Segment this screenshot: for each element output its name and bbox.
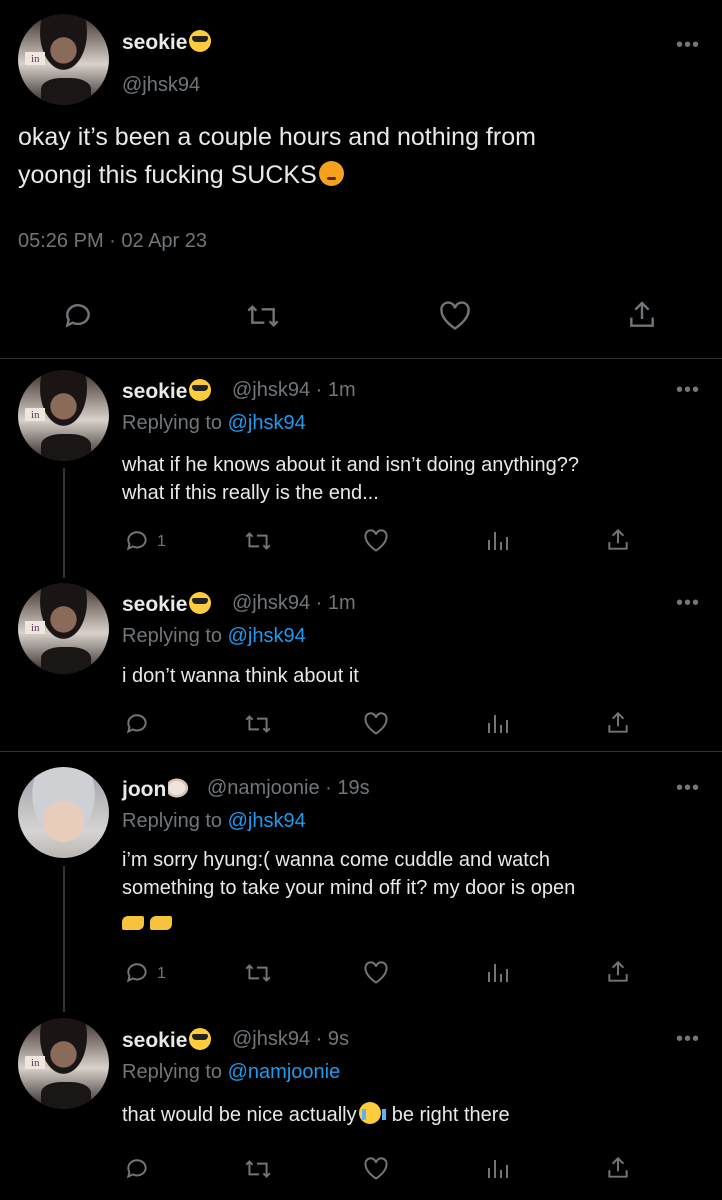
tweet-text: i’m sorry hyung:( wanna come cuddle and … [122,846,712,938]
more-options-icon[interactable]: ••• [676,1028,700,1051]
avatar[interactable]: in [18,370,109,461]
share-icon[interactable] [605,710,631,736]
analytics-icon[interactable] [485,711,509,735]
tweet-text-line: what if this really is the end... [122,482,379,504]
handle[interactable]: @namjoonie · 19s [207,777,370,800]
replying-to: Replying to @jhsk94 [122,412,306,434]
sunglasses-emoji-icon [189,1028,212,1050]
divider [0,751,722,752]
replying-to-link[interactable]: @namjoonie [228,1061,341,1083]
tweet-text: that would be nice actually be right the… [122,1102,510,1126]
reply-icon[interactable] [124,528,150,554]
spiral-shell-emoji-icon [168,777,191,799]
pouting-face-emoji-icon [318,161,344,186]
more-options-icon[interactable]: ••• [676,379,700,402]
sunglasses-emoji-icon [189,30,212,52]
analytics-icon[interactable] [485,1156,509,1180]
tweet-timestamp[interactable]: 05:26 PM · 02 Apr 23 [18,230,207,253]
retweet-icon[interactable] [243,1156,273,1182]
replying-to-link[interactable]: @jhsk94 [228,625,306,647]
display-name[interactable]: seokie [122,1028,212,1053]
sunglasses-emoji-icon [189,592,212,614]
share-icon[interactable] [605,959,631,985]
analytics-icon[interactable] [485,960,509,984]
replying-to: Replying to @jhsk94 [122,810,306,832]
share-icon[interactable] [605,1155,631,1181]
like-icon[interactable] [362,527,390,553]
retweet-icon[interactable] [244,300,282,332]
tweet-text-line: what if he knows about it and isn’t doin… [122,454,579,476]
replying-to-link[interactable]: @jhsk94 [228,810,306,832]
loudly-crying-face-emoji-icon [358,1102,386,1124]
handle[interactable]: @jhsk94 · 9s [232,1028,349,1051]
avatar-shirt [40,646,91,674]
more-options-icon[interactable]: ••• [676,34,700,57]
tweet-text-line: something to take your mind off it? my d… [122,877,576,899]
tweet-text: okay it’s been a couple hours and nothin… [18,118,708,194]
tweet-text: i don’t wanna think about it [122,665,359,687]
avatar[interactable]: in [18,1018,109,1109]
avatar-sign: in [25,52,46,65]
divider [0,358,722,359]
reply-icon[interactable] [62,300,94,332]
like-icon[interactable] [362,959,390,985]
avatar[interactable]: in [18,583,109,674]
handle[interactable]: @jhsk94 · 1m [232,592,356,615]
reply-icon[interactable] [124,1156,150,1182]
avatar-sign: in [25,408,46,421]
retweet-icon[interactable] [243,711,273,737]
retweet-icon[interactable] [243,960,273,986]
retweet-icon[interactable] [243,528,273,554]
thread-line [63,468,65,578]
avatar[interactable]: in [18,14,109,105]
thread-line [63,866,65,1012]
hand-emoji-icon [122,916,144,930]
tweet-text-line: yoongi this fucking SUCKS [18,156,708,194]
share-icon[interactable] [605,527,631,553]
replying-to: Replying to @jhsk94 [122,625,306,647]
more-options-icon[interactable]: ••• [676,777,700,800]
like-icon[interactable] [362,710,390,736]
replying-to: Replying to @namjoonie [122,1061,341,1083]
handle[interactable]: @jhsk94 · 1m [232,379,356,402]
display-name[interactable]: joon [122,777,191,802]
sunglasses-emoji-icon [189,379,212,401]
tweet-text: what if he knows about it and isn’t doin… [122,451,712,507]
avatar-shirt [40,433,91,461]
hand-emoji-icon [150,916,172,930]
reply-count: 1 [157,533,166,550]
avatar-shirt [40,1081,91,1109]
analytics-icon[interactable] [485,528,509,552]
like-icon[interactable] [437,298,473,332]
share-icon[interactable] [626,298,658,332]
tweet-text-line: i’m sorry hyung:( wanna come cuddle and … [122,849,550,871]
pointing-hands-emoji-icon [122,902,712,938]
replying-to-link[interactable]: @jhsk94 [228,412,306,434]
avatar-sign: in [25,1056,46,1069]
display-name[interactable]: seokie [122,379,212,404]
reply-count: 1 [157,965,166,982]
display-name[interactable]: seokie [122,30,212,55]
avatar[interactable] [18,767,109,858]
tweet-text-line: okay it’s been a couple hours and nothin… [18,123,536,151]
reply-icon[interactable] [124,960,150,986]
avatar-sign: in [25,621,46,634]
display-name[interactable]: seokie [122,592,212,617]
like-icon[interactable] [362,1155,390,1181]
reply-icon[interactable] [124,711,150,737]
handle[interactable]: @jhsk94 [122,74,200,97]
more-options-icon[interactable]: ••• [676,592,700,615]
avatar-shirt [40,77,91,105]
